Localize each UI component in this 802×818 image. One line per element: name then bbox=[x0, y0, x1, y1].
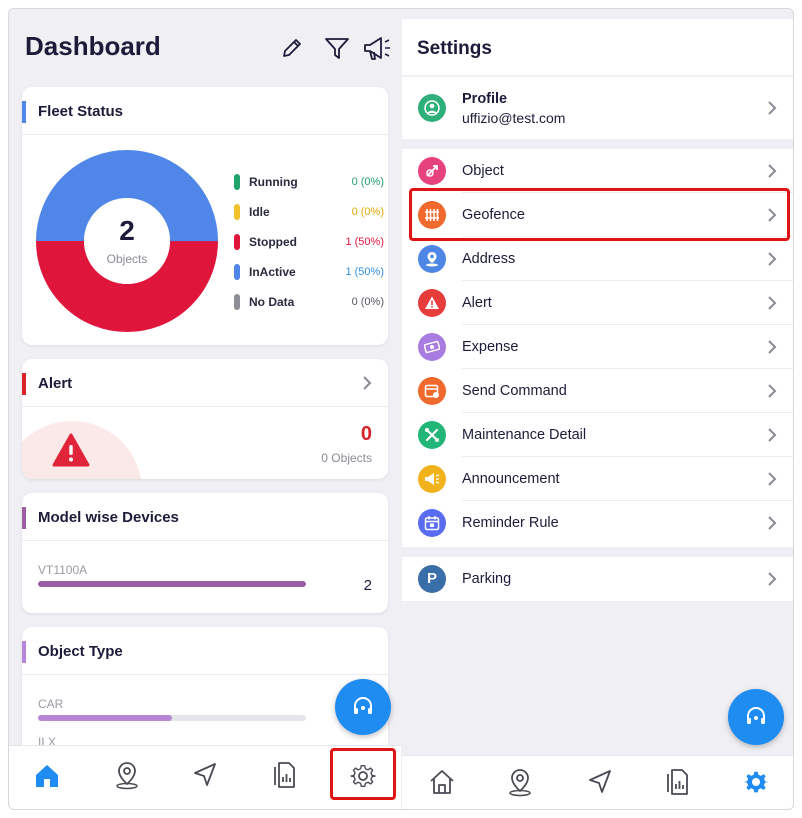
card-title: Fleet Status bbox=[38, 103, 124, 120]
fleet-total-label: Objects bbox=[106, 252, 148, 266]
alert-icon bbox=[52, 433, 90, 467]
model-bar-track bbox=[38, 581, 306, 587]
model-wise-devices-card[interactable]: Model wise Devices VT1100A 2 bbox=[22, 493, 388, 613]
bottom-nav bbox=[402, 755, 793, 809]
settings-item-expense[interactable]: Expense bbox=[402, 325, 793, 369]
chevron-right-icon bbox=[768, 252, 777, 266]
card-title: Object Type bbox=[38, 643, 123, 660]
object-icon bbox=[418, 157, 446, 185]
chevron-right-icon bbox=[768, 572, 777, 586]
settings-item-send-command[interactable]: Send Command bbox=[402, 369, 793, 413]
navigation-icon[interactable] bbox=[191, 761, 219, 789]
map-pin-icon[interactable] bbox=[506, 767, 534, 797]
alert-objects: 0 Objects bbox=[321, 451, 372, 465]
announcement-icon bbox=[418, 465, 446, 493]
chevron-right-icon bbox=[768, 516, 777, 530]
settings-nav-highlight bbox=[330, 748, 396, 800]
chevron-right-icon bbox=[768, 164, 777, 178]
fleet-total: 2 bbox=[119, 215, 135, 246]
legend-running[interactable]: Running 0 (0%) bbox=[234, 173, 384, 193]
expense-icon bbox=[418, 333, 446, 361]
chevron-right-icon bbox=[768, 428, 777, 442]
legend-idle[interactable]: Idle 0 (0%) bbox=[234, 203, 384, 223]
parking-group: P Parking bbox=[402, 557, 793, 601]
alert-count: 0 bbox=[360, 423, 372, 445]
parking-icon: P bbox=[418, 565, 446, 593]
card-title: Model wise Devices bbox=[38, 509, 179, 526]
megaphone-icon[interactable] bbox=[361, 33, 395, 63]
chevron-right-icon bbox=[768, 340, 777, 354]
calendar-icon bbox=[418, 509, 446, 537]
card-title: Alert bbox=[38, 375, 73, 392]
headset-icon bbox=[747, 707, 765, 724]
object-type-card[interactable]: Object Type CAR ILX bbox=[22, 627, 388, 757]
tools-icon bbox=[418, 421, 446, 449]
chevron-right-icon bbox=[768, 296, 777, 310]
address-pin-icon bbox=[418, 245, 446, 273]
pencil-icon[interactable] bbox=[277, 33, 307, 63]
model-bar-fill bbox=[38, 581, 306, 587]
screenshot-frame: Dashboard Fleet Status 2 Objects Running… bbox=[8, 8, 794, 810]
geofence-highlight bbox=[409, 188, 790, 241]
support-fab[interactable] bbox=[728, 689, 784, 745]
settings-item-reminder-rule[interactable]: Reminder Rule bbox=[402, 501, 793, 545]
home-icon[interactable] bbox=[428, 768, 456, 796]
object-type-bar-fill bbox=[38, 715, 172, 721]
fleet-status-card[interactable]: Fleet Status 2 Objects Running 0 (0%) Id… bbox=[22, 87, 388, 345]
dashboard-screen: Dashboard Fleet Status 2 Objects Running… bbox=[9, 9, 401, 809]
navigation-icon[interactable] bbox=[586, 768, 614, 796]
chevron-right-icon bbox=[768, 384, 777, 398]
page-title: Settings bbox=[417, 38, 492, 59]
map-pin-icon[interactable] bbox=[113, 760, 141, 790]
settings-screen: Settings Profile uffizio@test.com Object bbox=[402, 9, 793, 809]
chevron-right-icon bbox=[768, 101, 777, 115]
settings-item-address[interactable]: Address bbox=[402, 237, 793, 281]
legend-no-data[interactable]: No Data 0 (0%) bbox=[234, 293, 384, 313]
profile-label: Profile bbox=[462, 91, 508, 107]
model-count: 2 bbox=[363, 577, 372, 594]
profile-avatar bbox=[418, 94, 446, 122]
support-fab[interactable] bbox=[335, 679, 391, 735]
profile-row[interactable]: Profile uffizio@test.com bbox=[402, 77, 793, 139]
object-type-bar-track bbox=[38, 715, 306, 721]
chevron-right-icon[interactable] bbox=[362, 376, 372, 390]
settings-icon[interactable] bbox=[742, 768, 770, 796]
report-icon[interactable] bbox=[664, 767, 692, 795]
model-label: VT1100A bbox=[38, 563, 88, 577]
filter-icon[interactable] bbox=[322, 33, 352, 63]
home-icon[interactable] bbox=[33, 762, 61, 790]
settings-item-alert[interactable]: Alert bbox=[402, 281, 793, 325]
command-icon bbox=[418, 377, 446, 405]
legend-stopped[interactable]: Stopped 1 (50%) bbox=[234, 233, 384, 253]
profile-email: uffizio@test.com bbox=[462, 110, 566, 126]
headset-icon bbox=[354, 697, 372, 714]
legend-inactive[interactable]: InActive 1 (50%) bbox=[234, 263, 384, 283]
alert-card[interactable]: Alert 0 0 Objects bbox=[22, 359, 388, 479]
settings-item-maintenance-detail[interactable]: Maintenance Detail bbox=[402, 413, 793, 457]
settings-item-parking[interactable]: P Parking bbox=[402, 557, 793, 601]
object-type-label-car: CAR bbox=[38, 697, 64, 711]
report-icon[interactable] bbox=[271, 760, 299, 788]
settings-item-object[interactable]: Object bbox=[402, 149, 793, 193]
chevron-right-icon bbox=[768, 472, 777, 486]
page-title: Dashboard bbox=[25, 31, 161, 61]
settings-item-announcement[interactable]: Announcement bbox=[402, 457, 793, 501]
alert-icon bbox=[418, 289, 446, 317]
